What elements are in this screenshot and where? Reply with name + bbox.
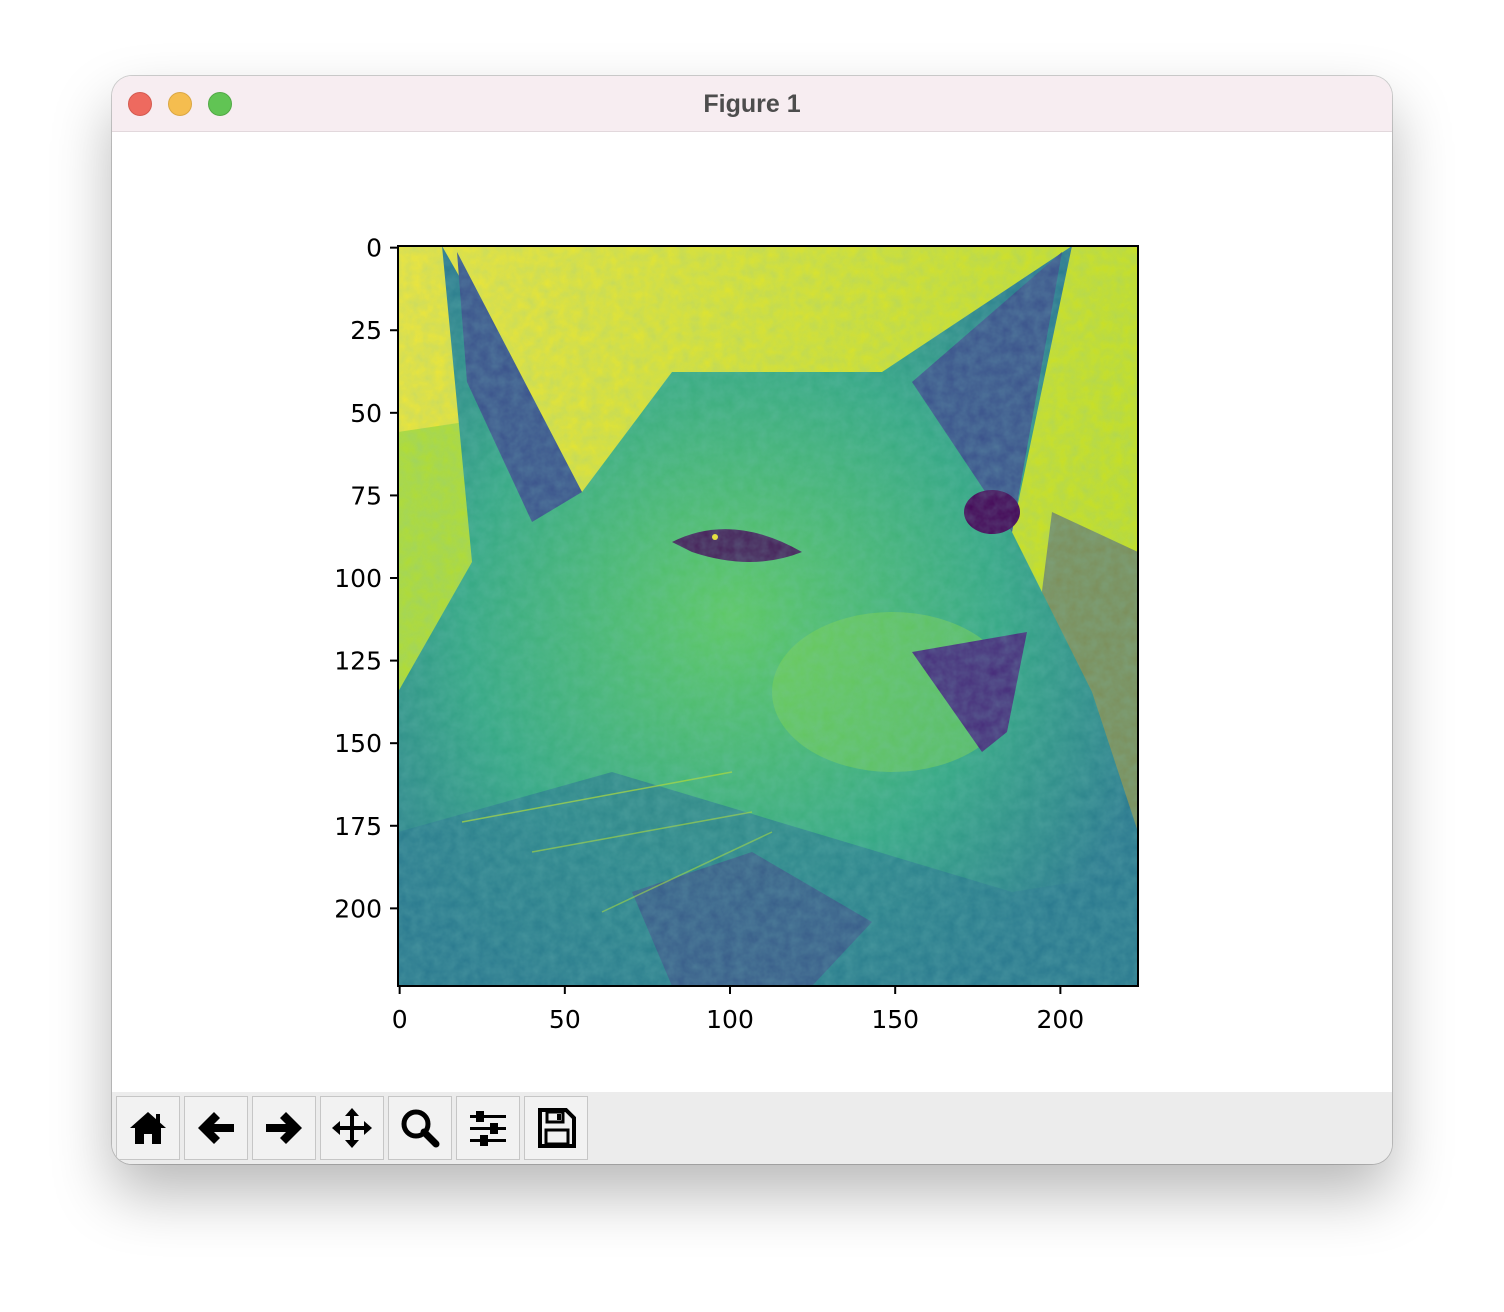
arrow-left-icon [198,1112,234,1144]
move-arrows-icon [332,1108,372,1148]
arrow-right-icon [266,1112,302,1144]
figure-window: Figure 1 0 50 100 150 200 0 25 50 75 100… [112,76,1392,1164]
x-axis: 0 50 100 150 200 [392,986,1085,1034]
save-button[interactable] [524,1096,588,1160]
magnifier-icon [401,1109,440,1148]
sliders-icon [470,1111,506,1146]
y-tick-label: 150 [334,729,382,758]
y-tick-label: 200 [334,894,382,923]
x-tick-label: 100 [706,1005,754,1034]
x-tick-label: 50 [549,1005,581,1034]
floppy-disk-icon [538,1108,576,1148]
x-tick-label: 200 [1037,1005,1085,1034]
y-tick-label: 175 [334,812,382,841]
home-icon [130,1112,166,1144]
configure-subplots-button[interactable] [456,1096,520,1160]
y-tick-label: 100 [334,564,382,593]
y-axis: 0 25 50 75 100 125 150 175 200 [334,234,398,923]
x-tick-label: 150 [871,1005,919,1034]
x-tick-label: 0 [392,1005,408,1034]
home-button[interactable] [116,1096,180,1160]
pan-button[interactable] [320,1096,384,1160]
window-title: Figure 1 [703,90,801,118]
y-tick-label: 75 [350,481,382,510]
back-button[interactable] [184,1096,248,1160]
title-bar: Figure 1 [112,76,1392,132]
figure-canvas[interactable]: 0 50 100 150 200 0 25 50 75 100 125 150 175 200 [112,132,1392,1092]
y-tick-label: 125 [334,647,382,676]
image-content [398,246,1138,986]
image-plot[interactable]: 0 50 100 150 200 0 25 50 75 100 125 150 175 200 [112,132,1392,1092]
y-tick-label: 50 [350,399,382,428]
zoom-button[interactable] [388,1096,452,1160]
navigation-toolbar [112,1092,1392,1164]
y-tick-label: 0 [366,234,382,263]
y-tick-label: 25 [350,316,382,345]
forward-button[interactable] [252,1096,316,1160]
